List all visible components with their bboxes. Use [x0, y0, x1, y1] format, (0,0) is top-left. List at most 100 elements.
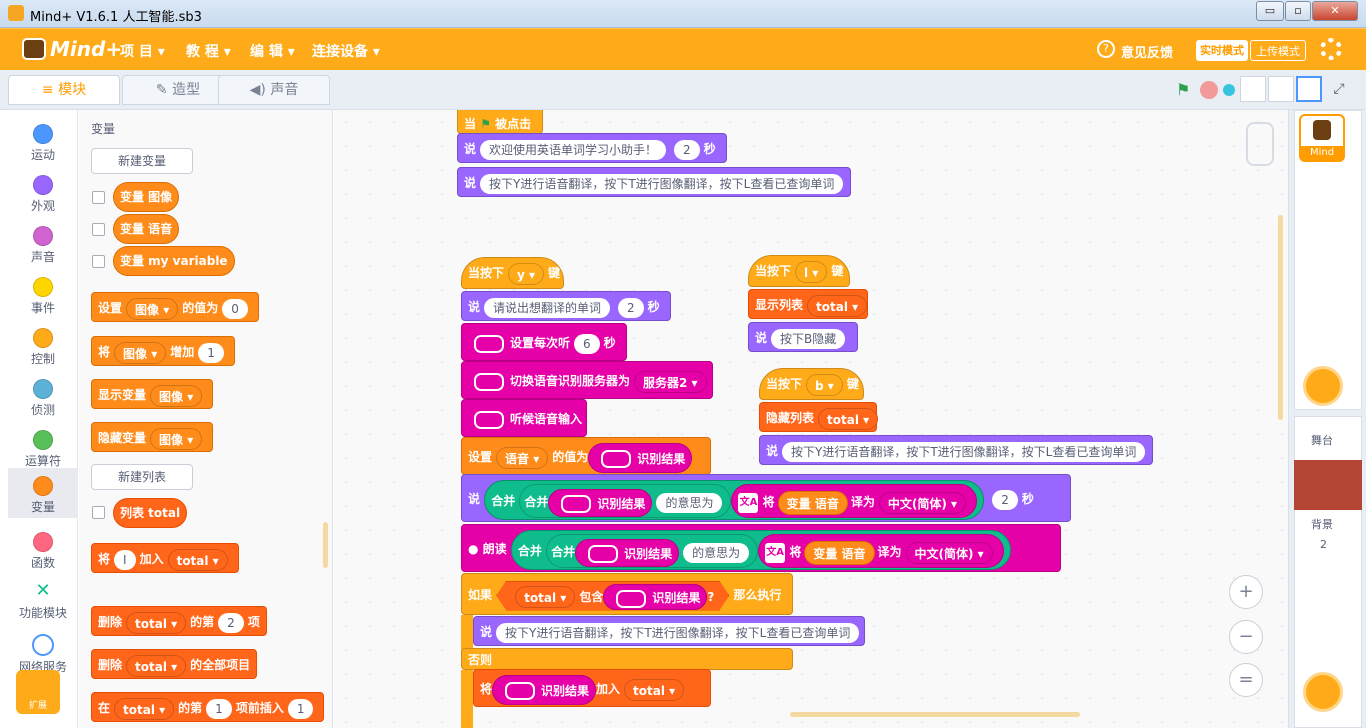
variable-checkbox-my-variable[interactable] [92, 255, 105, 268]
gear-icon[interactable] [1320, 38, 1342, 60]
speech-recognition-icon [474, 410, 504, 429]
set-voice-variable-block[interactable]: 设置 语音 ▾ 的值为 识别结果 [461, 437, 711, 475]
say-hide-hint-block[interactable]: 说按下B隐藏 [748, 322, 858, 352]
fullscreen-icon[interactable]: ⤢ [1326, 76, 1352, 102]
canvas-horizontal-scrollbar[interactable] [790, 712, 1080, 717]
category-operators[interactable]: 运算符 [8, 422, 78, 472]
block-palette: 变量 新建变量 变量 图像 变量 语音 变量 my variable 设置 图像 … [79, 110, 333, 728]
zoom-in-button[interactable]: + [1229, 575, 1263, 609]
insert-item-block[interactable]: 在 total ▾ 的第 1 项前插入 1 [91, 692, 325, 722]
add-result-to-list-block[interactable]: 将识别结果 加入 total ▾ [473, 669, 711, 707]
when-key-y-pressed-block[interactable]: 当按下 y ▾ 键 [461, 257, 564, 289]
green-flag-icon: ⚑ [480, 117, 491, 131]
menu-edit[interactable]: 编 辑 ▾ [250, 41, 295, 61]
listen-input-block[interactable]: 听候语音输入 [461, 399, 587, 437]
list-total-reporter[interactable]: 列表 total [113, 498, 188, 528]
speak-translation-block[interactable]: ● 朗读 合并 合并 识别结果 的意思为 文A 将变量 语音 译为 中文(简体) ▾ [461, 524, 1061, 572]
category-variables[interactable]: 变量 [8, 468, 78, 518]
category-sensing[interactable]: 侦测 [8, 371, 78, 421]
say-instructions-block[interactable]: 说按下Y进行语音翻译，按下T进行图像翻译，按下L查看已查询单词 [457, 167, 851, 197]
operators-dot-icon [33, 430, 53, 450]
list-checkbox-total[interactable] [92, 506, 105, 519]
green-flag-icon[interactable]: ⚑ [1176, 80, 1194, 99]
sprite-thumbnail-mind[interactable]: Mind [1299, 114, 1345, 162]
feedback-link[interactable]: 意见反馈 [1121, 42, 1173, 61]
minimize-button[interactable]: ▭ [1256, 1, 1284, 21]
variable-image-reporter[interactable]: 变量 图像 [113, 182, 180, 212]
say-translation-block[interactable]: 说 合并 合并 识别结果 的意思为 文A 将变量 语音 译为 中文(简体) ▾ 2秒 [461, 474, 1071, 522]
show-list-block[interactable]: 显示列表 total ▾ [748, 289, 868, 319]
zoom-out-button[interactable]: − [1229, 620, 1263, 654]
functions-dot-icon [33, 532, 53, 552]
set-listen-time-block[interactable]: 设置每次听 6 秒 [461, 323, 627, 361]
switch-server-block[interactable]: 切换语音识别服务器为 服务器2 ▾ [461, 361, 713, 399]
when-key-b-pressed-block[interactable]: 当按下 b ▾ 键 [759, 368, 864, 400]
if-else-block[interactable]: 如果 total ▾ 包含 识别结果? 那么执行 [461, 573, 793, 615]
canvas-vertical-scrollbar[interactable] [1278, 215, 1283, 420]
variable-checkbox-voice[interactable] [92, 223, 105, 236]
status-dot-icon [1223, 84, 1235, 96]
add-backdrop-button[interactable] [1303, 672, 1343, 712]
variable-my-variable-reporter[interactable]: 变量 my variable [113, 246, 235, 276]
variable-voice-reporter[interactable]: 变量 语音 [113, 214, 180, 244]
say-instructions-b-block[interactable]: 说按下Y进行语音翻译，按下T进行图像翻译，按下L查看已查询单词 [759, 435, 1153, 465]
say-instructions-if-block[interactable]: 说按下Y进行语音翻译，按下T进行图像翻译，按下L查看已查询单词 [473, 616, 865, 646]
upload-mode-toggle[interactable]: 上传模式 [1250, 40, 1306, 61]
stage-backdrop-thumbnail[interactable] [1294, 460, 1362, 510]
new-variable-button[interactable]: 新建变量 [91, 148, 193, 174]
category-control[interactable]: 控制 [8, 320, 78, 370]
menu-project[interactable]: 项 目 ▾ [120, 41, 165, 61]
add-sprite-button[interactable] [1303, 366, 1343, 406]
category-functions[interactable]: 函数 [8, 524, 78, 574]
variable-checkbox-image[interactable] [92, 191, 105, 204]
when-flag-clicked-block[interactable]: 当 ⚑ 被点击 [457, 110, 543, 134]
script-canvas[interactable]: 当 ⚑ 被点击 说欢迎使用英语单词学习小助手！ 2 秒 说按下Y进行语音翻译，按下T… [334, 110, 1288, 728]
variables-dot-icon [33, 476, 53, 496]
title-bar: Mind+ V1.6.1 人工智能.sb3 ▭ ▫ ✕ [0, 0, 1366, 28]
speech-recognition-icon [588, 545, 619, 563]
speech-recognition-icon [616, 590, 646, 608]
brand-logo[interactable]: Mind+ [22, 36, 122, 64]
stop-icon[interactable] [1200, 81, 1218, 99]
speech-recognition-icon [601, 450, 632, 468]
category-function-modules[interactable]: ✕ 功能模块 [8, 574, 78, 624]
normal-stage-button[interactable] [1268, 76, 1294, 102]
palette-scrollbar[interactable] [323, 522, 328, 568]
translate-icon: 文A [738, 492, 759, 513]
sprite-watermark-icon [1246, 122, 1274, 166]
speech-bubble-icon: ● [468, 542, 479, 556]
new-list-button[interactable]: 新建列表 [91, 464, 193, 490]
speech-recognition-icon [561, 495, 592, 513]
app-logo-icon [8, 5, 24, 21]
palette-heading: 变量 [91, 122, 116, 136]
else-label: 否则 [461, 648, 793, 670]
change-variable-block[interactable]: 将图像 ▾ 增加 1 [91, 336, 235, 366]
when-key-l-pressed-block[interactable]: 当按下 l ▾ 键 [748, 255, 850, 287]
close-button[interactable]: ✕ [1312, 1, 1358, 21]
tab-sounds[interactable]: ◀) 声音 [218, 75, 330, 105]
category-sound[interactable]: 声音 [8, 218, 78, 268]
menu-tutorial[interactable]: 教 程 ▾ [186, 41, 231, 61]
extensions-button[interactable]: 扩展 [16, 670, 60, 714]
small-stage-button[interactable] [1240, 76, 1266, 102]
say-please-speak-block[interactable]: 说请说出想翻译的单词 2 秒 [461, 291, 671, 321]
stage-label: 舞台 [1311, 434, 1333, 447]
say-welcome-block[interactable]: 说欢迎使用英语单词学习小助手！ 2 秒 [457, 133, 727, 163]
show-variable-block[interactable]: 显示变量 图像 ▾ [91, 379, 214, 409]
hide-list-block[interactable]: 隐藏列表 total ▾ [759, 402, 879, 432]
restore-button[interactable]: ▫ [1285, 1, 1311, 21]
tab-blocks[interactable]: ≡ 模块 [8, 75, 120, 105]
hide-variable-block[interactable]: 隐藏变量 图像 ▾ [91, 422, 214, 452]
add-to-list-block[interactable]: 将 I 加入 total ▾ [91, 543, 239, 573]
realtime-mode-toggle[interactable]: 实时模式 [1196, 40, 1248, 61]
set-variable-block[interactable]: 设置 图像 ▾ 的值为 0 [91, 292, 259, 322]
delete-all-block[interactable]: 删除 total ▾ 的全部项目 [91, 649, 258, 679]
delete-item-block[interactable]: 删除 total ▾ 的第 2 项 [91, 606, 267, 636]
menu-connect-device[interactable]: 连接设备 ▾ [312, 41, 380, 61]
zoom-reset-button[interactable]: = [1229, 663, 1263, 697]
category-events[interactable]: 事件 [8, 269, 78, 319]
category-looks[interactable]: 外观 [8, 167, 78, 217]
hide-stage-button[interactable] [1296, 76, 1322, 102]
backdrop-label: 背景 [1311, 518, 1333, 531]
category-motion[interactable]: 运动 [8, 116, 78, 166]
